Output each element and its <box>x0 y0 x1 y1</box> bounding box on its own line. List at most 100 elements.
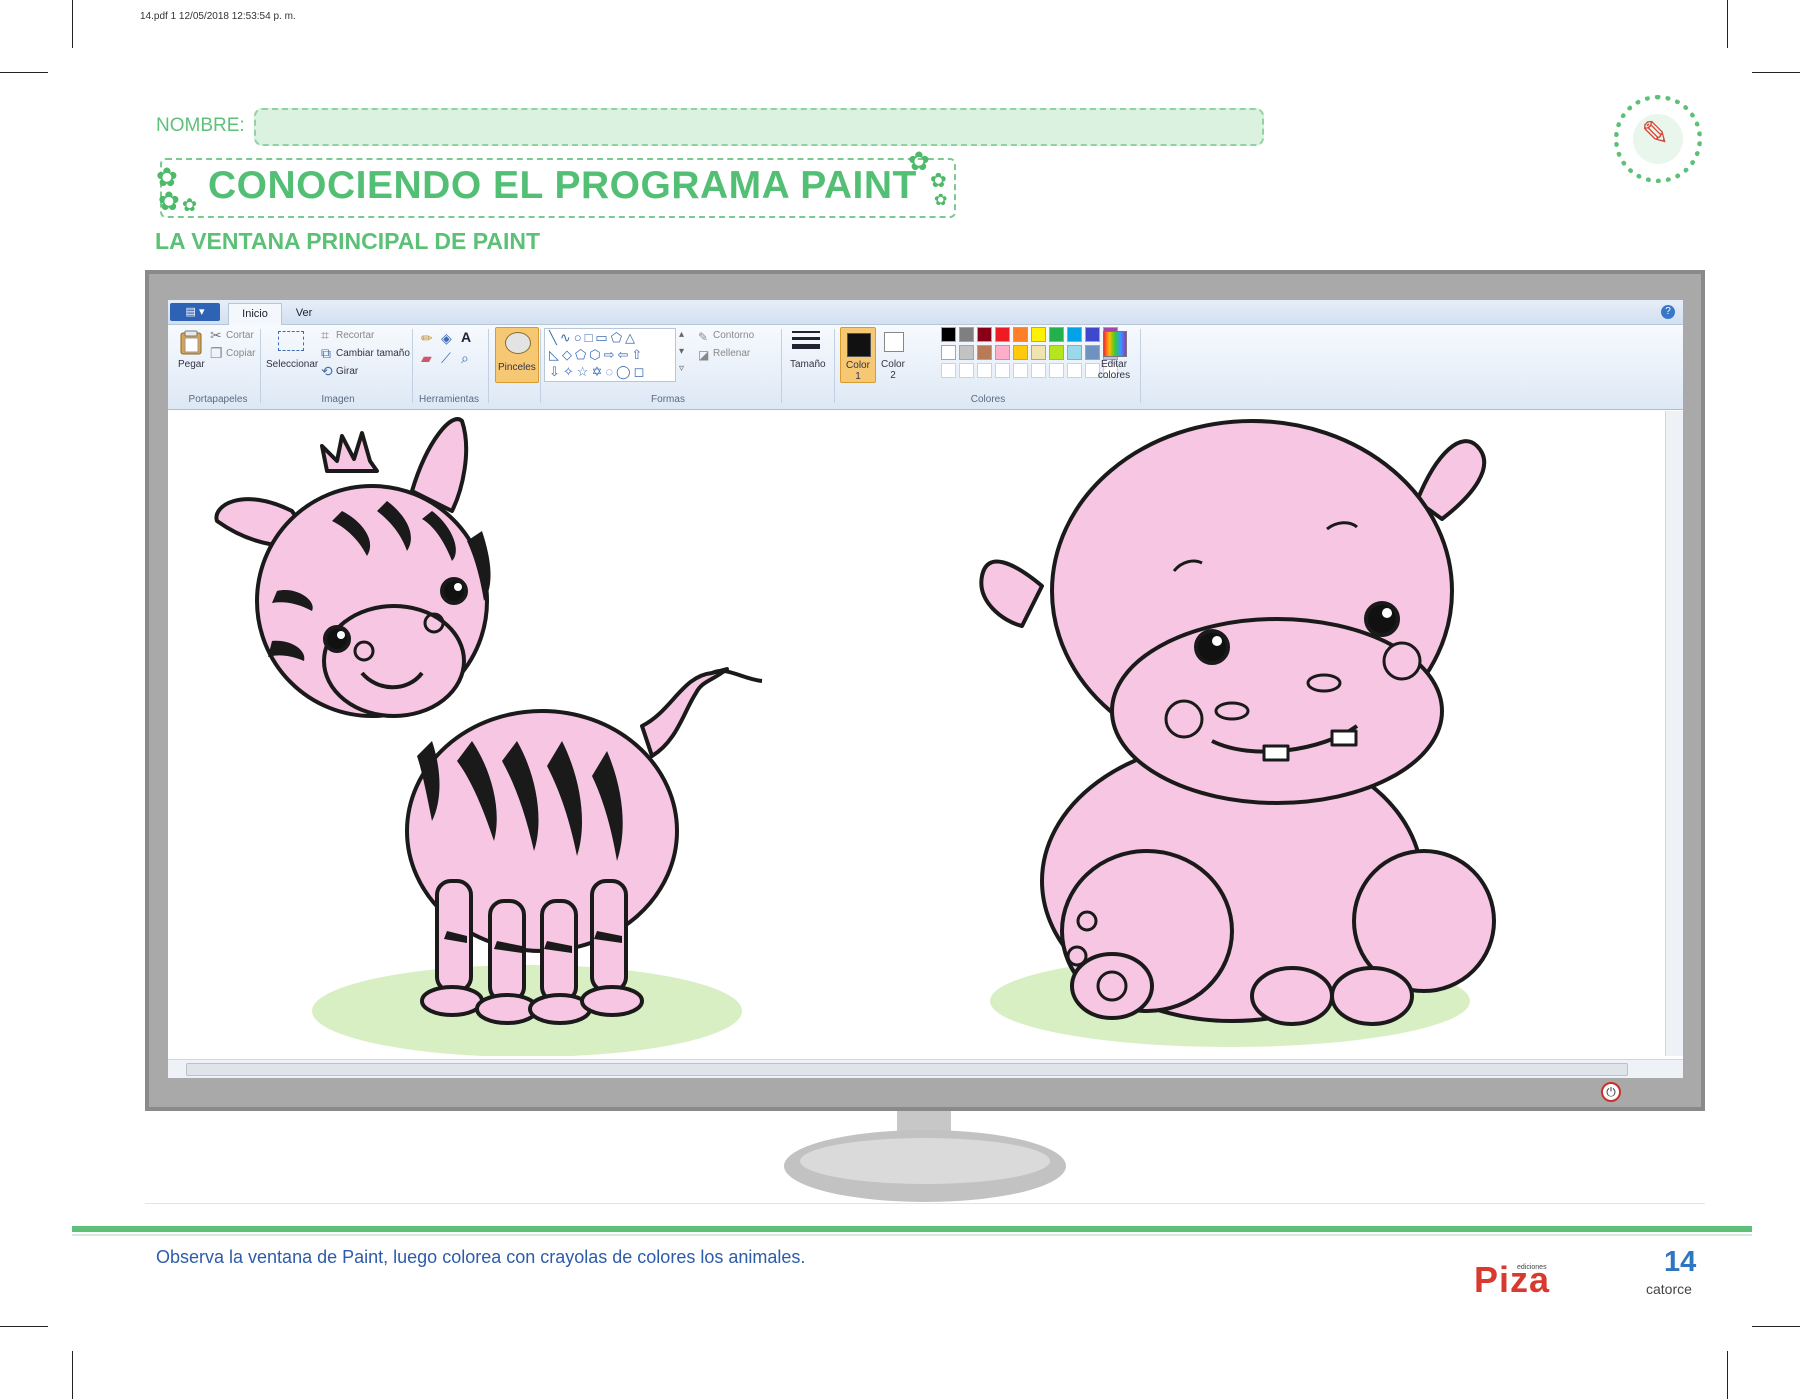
palette-swatch[interactable] <box>1085 327 1100 342</box>
palette-swatch[interactable] <box>1031 345 1046 360</box>
chevron-down-icon[interactable]: ▾ <box>679 345 684 359</box>
shapes-row-icon: ╲∿○□▭⬠△ <box>549 330 639 345</box>
crop-mark <box>1752 72 1800 73</box>
paint-window: ▤ ▾ Inicio Ver ? Pegar ✂ Cortar ❐ Copiar… <box>168 300 1683 1078</box>
flower-icon: ✿ <box>158 186 180 216</box>
name-label: NOMBRE: <box>156 115 245 136</box>
outline-icon: ✎ <box>698 330 709 344</box>
palette-swatch[interactable] <box>941 345 956 360</box>
fill-icon[interactable]: ◈ <box>441 331 452 345</box>
color2-label: Color 2 <box>881 359 905 381</box>
app-menu-button[interactable]: ▤ ▾ <box>170 303 220 321</box>
resize-button[interactable]: Cambiar tamaño <box>336 348 410 359</box>
crayon-badge: ✎ <box>1614 95 1702 183</box>
palette-swatch[interactable] <box>1031 327 1046 342</box>
chevron-up-icon[interactable]: ▴ <box>679 328 684 342</box>
scissors-icon: ✂ <box>210 327 222 343</box>
clipboard-icon <box>180 330 202 355</box>
page-number: 14 <box>1664 1246 1697 1278</box>
expand-icon[interactable]: ▿ <box>679 362 684 376</box>
group-label-colors: Colores <box>970 394 1006 405</box>
crop-mark <box>72 1351 73 1399</box>
size-label: Tamaño <box>790 359 826 370</box>
palette-swatch[interactable] <box>995 327 1010 342</box>
crop-mark <box>0 1326 48 1327</box>
copy-button[interactable]: Copiar <box>226 348 255 359</box>
copy-icon: ❐ <box>210 345 223 361</box>
help-icon[interactable]: ? <box>1661 305 1675 319</box>
palette-swatch[interactable] <box>1049 345 1064 360</box>
palette-swatch[interactable] <box>959 345 974 360</box>
text-icon[interactable]: A <box>461 330 471 344</box>
palette-swatch[interactable] <box>995 345 1010 360</box>
palette-swatch[interactable] <box>941 327 956 342</box>
palette-swatch[interactable] <box>977 327 992 342</box>
canvas-illustration <box>214 417 1496 1057</box>
shapes-gallery[interactable]: ╲∿○□▭⬠△ ◺◇⬠⬡⇨⇦⇧ ⇩✧☆✡◌◯◻ <box>544 328 676 382</box>
group-label-tools: Herramientas <box>418 394 480 405</box>
page-subtitle: LA VENTANA PRINCIPAL DE PAINT <box>155 228 541 254</box>
crop-button[interactable]: Recortar <box>336 330 374 341</box>
crayon-icon: ✎ <box>1641 115 1670 153</box>
select-label: Seleccionar <box>266 359 319 370</box>
color-picker-icon[interactable]: ⟋ <box>441 351 451 365</box>
hippo-drawing <box>979 419 1496 1026</box>
palette-swatch[interactable] <box>1067 327 1082 342</box>
file-meta: 14.pdf 1 12/05/2018 12:53:54 p. m. <box>140 11 296 22</box>
crop-mark <box>0 72 48 73</box>
select-icon <box>278 331 304 351</box>
palette-swatch[interactable] <box>1013 363 1028 378</box>
edit-colors-icon <box>1103 331 1127 357</box>
palette-swatch[interactable] <box>959 363 974 378</box>
color1-swatch <box>847 333 871 357</box>
fill-button[interactable]: Rellenar <box>713 348 750 359</box>
brushes-button[interactable]: Pinceles <box>495 327 539 383</box>
palette-swatch[interactable] <box>1013 345 1028 360</box>
paste-label: Pegar <box>178 359 205 370</box>
group-label-shapes: Formas <box>651 394 685 405</box>
fill-shape-icon: ◪ <box>698 348 710 362</box>
shapes-row-icon: ◺◇⬠⬡⇨⇦⇧ <box>549 347 646 362</box>
palette-swatch[interactable] <box>1049 327 1064 342</box>
palette-swatch[interactable] <box>941 363 956 378</box>
flower-icon: ✿ <box>182 195 198 215</box>
crop-mark <box>1727 1351 1728 1399</box>
divider <box>145 1203 1705 1204</box>
name-field[interactable] <box>254 108 1264 146</box>
palette-swatch[interactable] <box>1031 363 1046 378</box>
outline-button[interactable]: Contorno <box>713 330 754 341</box>
vertical-scrollbar[interactable] <box>1665 411 1683 1056</box>
palette-swatch[interactable] <box>1067 345 1082 360</box>
drawing-canvas[interactable] <box>172 411 1658 1057</box>
crop-mark <box>72 0 73 48</box>
crop-mark <box>1727 0 1728 48</box>
palette-swatch[interactable] <box>977 363 992 378</box>
horizontal-scrollbar[interactable] <box>168 1059 1683 1078</box>
rotate-button[interactable]: Girar <box>336 366 358 377</box>
monitor-frame: ▤ ▾ Inicio Ver ? Pegar ✂ Cortar ❐ Copiar… <box>145 270 1705 1111</box>
rotate-icon: ⟲ <box>321 363 333 379</box>
power-icon: ⏻ <box>1601 1082 1621 1102</box>
palette-swatch[interactable] <box>977 345 992 360</box>
palette-swatch[interactable] <box>1067 363 1082 378</box>
eraser-icon[interactable]: ▰ <box>421 351 432 365</box>
palette-swatch[interactable] <box>1049 363 1064 378</box>
palette-swatch[interactable] <box>959 327 974 342</box>
group-label-image: Imagen <box>321 394 355 405</box>
color2-swatch <box>884 332 904 352</box>
palette-swatch[interactable] <box>995 363 1010 378</box>
tab-inicio[interactable]: Inicio <box>228 303 282 325</box>
ribbon: Pegar ✂ Cortar ❐ Copiar Portapapeles Sel… <box>168 325 1683 410</box>
magnifier-icon[interactable]: ⌕ <box>461 351 469 365</box>
shapes-row-icon: ⇩✧☆✡◌◯◻ <box>549 364 648 379</box>
scroll-thumb[interactable] <box>186 1063 1628 1076</box>
tab-ver[interactable]: Ver <box>282 303 326 324</box>
palette-swatch[interactable] <box>1085 345 1100 360</box>
color1-button[interactable]: Color 1 <box>840 327 876 383</box>
cut-button[interactable]: Cortar <box>226 330 254 341</box>
palette-swatch[interactable] <box>1013 327 1028 342</box>
brushes-label: Pinceles <box>498 362 536 373</box>
pencil-icon[interactable]: ✏ <box>421 331 433 345</box>
ribbon-tabs-bar: ▤ ▾ Inicio Ver ? <box>168 300 1683 325</box>
brush-icon <box>505 332 531 354</box>
